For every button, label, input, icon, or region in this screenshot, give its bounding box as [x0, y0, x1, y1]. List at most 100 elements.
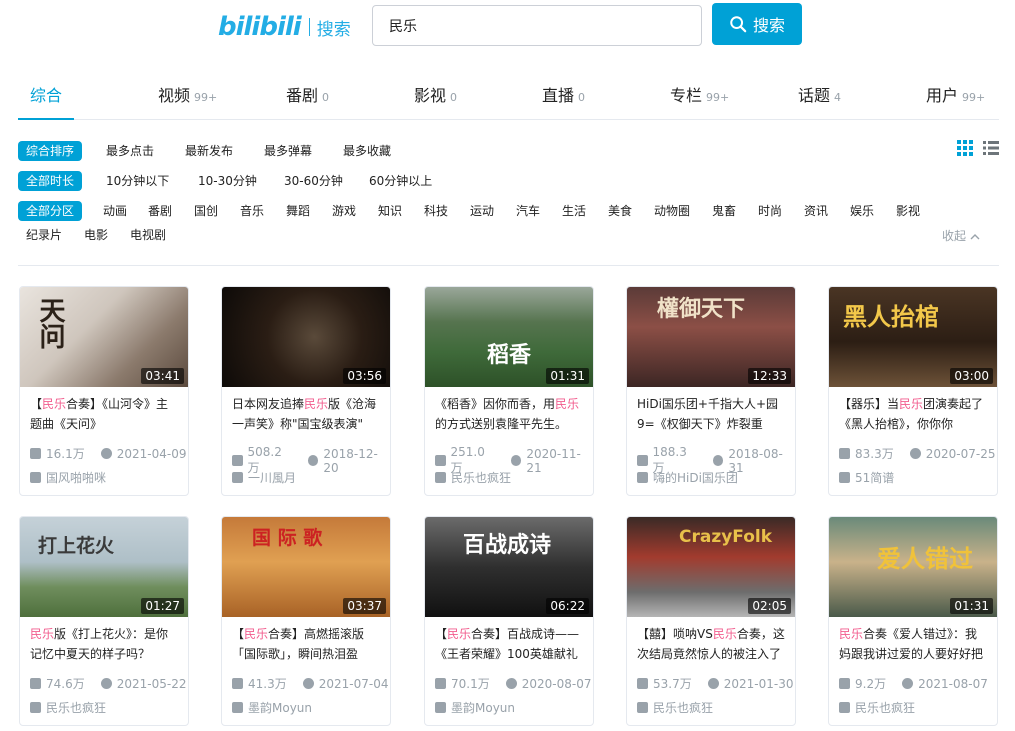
uploader[interactable]: 一川風月: [232, 469, 296, 486]
uploader[interactable]: 墨韵Moyun: [435, 699, 515, 716]
video-title[interactable]: 民乐版《打上花火》：是你记忆中夏天的样子吗？: [20, 617, 188, 665]
zone-chip-active[interactable]: 全部分区: [18, 201, 83, 221]
zone-option[interactable]: 动物圈: [654, 201, 690, 221]
zone-option[interactable]: 影视: [896, 201, 920, 221]
grid-view-icon[interactable]: [957, 140, 973, 156]
video-title[interactable]: 【民乐合奏】百战成诗——《王者荣耀》100英雄献礼: [425, 617, 593, 665]
uploader-icon: [30, 702, 41, 713]
video-title[interactable]: 民乐合奏《爱人错过》：我妈跟我讲过爱的人要好好把: [829, 617, 997, 665]
video-title[interactable]: 【器乐】当民乐团演奏起了《黑人抬棺》，你你你: [829, 387, 997, 435]
uploader[interactable]: 墨韵Moyun: [232, 699, 312, 716]
video-duration: 03:37: [343, 598, 386, 614]
video-title[interactable]: 【民乐合奏】高燃摇滚版「国际歌」，瞬间热泪盈: [222, 617, 390, 665]
tab-bangumi[interactable]: 番剧 0: [286, 82, 329, 106]
video-card[interactable]: 百战成诗 06:22 【民乐合奏】百战成诗——《王者荣耀》100英雄献礼 70.…: [424, 516, 594, 726]
tab-all[interactable]: 综合: [30, 82, 62, 106]
tab-topic[interactable]: 话题 4: [798, 82, 841, 106]
clock-icon: [100, 448, 112, 459]
zone-option[interactable]: 游戏: [332, 201, 356, 221]
zone-option[interactable]: 知识: [378, 201, 402, 221]
uploader[interactable]: 民乐也疯狂: [30, 699, 106, 716]
sort-option[interactable]: 最新发布: [185, 141, 233, 161]
video-card[interactable]: 03:56 日本网友追捧民乐版《沧海一声笑》称"国宝级表演" 508.2万 20…: [221, 286, 391, 496]
clock-icon: [302, 678, 314, 689]
duration-option[interactable]: 60分钟以上: [369, 171, 432, 191]
sort-option[interactable]: 最多点击: [106, 141, 154, 161]
zone-option[interactable]: 电影: [84, 225, 108, 245]
zone-option[interactable]: 汽车: [516, 201, 540, 221]
tab-article[interactable]: 专栏 99+: [670, 82, 729, 106]
list-view-icon[interactable]: [983, 140, 999, 156]
zone-option[interactable]: 国创: [194, 201, 218, 221]
video-card[interactable]: 天问 03:41 【民乐合奏】《山河令》主题曲《天问》 16.1万 2021-0…: [19, 286, 189, 496]
collapse-button[interactable]: 收起: [942, 227, 980, 244]
zone-option[interactable]: 时尚: [758, 201, 782, 221]
video-title[interactable]: 《稻香》因你而香，用民乐的方式送别袁隆平先生。: [425, 387, 593, 435]
sort-option[interactable]: 最多收藏: [343, 141, 391, 161]
search-button[interactable]: 搜索: [712, 3, 802, 45]
zone-option[interactable]: 舞蹈: [286, 201, 310, 221]
tab-live[interactable]: 直播 0: [542, 82, 585, 106]
zone-option[interactable]: 音乐: [240, 201, 264, 221]
zone-option[interactable]: 纪录片: [26, 225, 62, 245]
uploader[interactable]: 国风啪啪咪: [30, 469, 106, 486]
video-thumbnail[interactable]: 百战成诗 06:22: [425, 517, 593, 617]
video-thumbnail[interactable]: 爱人错过 01:31: [829, 517, 997, 617]
sort-option[interactable]: 最多弹幕: [264, 141, 312, 161]
zone-option[interactable]: 番剧: [148, 201, 172, 221]
duration-option[interactable]: 30-60分钟: [284, 171, 343, 191]
zone-option[interactable]: 鬼畜: [712, 201, 736, 221]
tab-user[interactable]: 用户 99+: [926, 82, 985, 106]
tab-movie[interactable]: 影视 0: [414, 82, 457, 106]
logo-mark: bilibili: [218, 12, 302, 42]
video-duration: 02:05: [748, 598, 791, 614]
video-card[interactable]: CrazyFolk 02:05 【囍】唢呐VS民乐合奏，这次结局竟然惊人的被注入…: [626, 516, 796, 726]
video-thumbnail[interactable]: 黑人抬棺 03:00: [829, 287, 997, 387]
video-thumbnail[interactable]: 打上花火 01:27: [20, 517, 188, 617]
thumbnail-caption: 權御天下: [657, 297, 746, 322]
duration-option[interactable]: 10-30分钟: [198, 171, 257, 191]
zone-option[interactable]: 电视剧: [130, 225, 166, 245]
play-count-icon: [435, 678, 446, 689]
uploader[interactable]: 民乐也疯狂: [637, 699, 713, 716]
play-count-icon: [232, 455, 243, 466]
tab-video[interactable]: 视频 99+: [158, 82, 217, 106]
video-thumbnail[interactable]: 權御天下 12:33: [627, 287, 795, 387]
video-card[interactable]: 国 际 歌 03:37 【民乐合奏】高燃摇滚版「国际歌」，瞬间热泪盈 41.3万…: [221, 516, 391, 726]
duration-chip-active[interactable]: 全部时长: [18, 171, 83, 191]
upload-date: 2020-08-07: [521, 676, 592, 691]
zone-option[interactable]: 娱乐: [850, 201, 874, 221]
zone-option[interactable]: 运动: [470, 201, 494, 221]
video-title[interactable]: 【囍】唢呐VS民乐合奏，这次结局竟然惊人的被注入了: [627, 617, 795, 665]
bilibili-logo[interactable]: bilibili 搜索: [218, 10, 351, 44]
zone-option[interactable]: 资讯: [804, 201, 828, 221]
video-thumbnail[interactable]: 国 际 歌 03:37: [222, 517, 390, 617]
duration-option[interactable]: 10分钟以下: [106, 171, 169, 191]
uploader[interactable]: 51简谱: [839, 469, 894, 486]
video-thumbnail[interactable]: 天问 03:41: [20, 287, 188, 387]
video-thumbnail[interactable]: CrazyFolk 02:05: [627, 517, 795, 617]
zone-option[interactable]: 科技: [424, 201, 448, 221]
video-card[interactable]: 爱人错过 01:31 民乐合奏《爱人错过》：我妈跟我讲过爱的人要好好把 9.2万…: [828, 516, 998, 726]
video-card[interactable]: 黑人抬棺 03:00 【器乐】当民乐团演奏起了《黑人抬棺》，你你你 83.3万 …: [828, 286, 998, 496]
thumbnail-caption: 国 际 歌: [252, 527, 323, 549]
video-card[interactable]: 稻香 01:31 《稻香》因你而香，用民乐的方式送别袁隆平先生。 251.0万 …: [424, 286, 594, 496]
video-title[interactable]: 日本网友追捧民乐版《沧海一声笑》称"国宝级表演": [222, 387, 390, 435]
zone-option[interactable]: 美食: [608, 201, 632, 221]
uploader[interactable]: 民乐也疯狂: [435, 469, 511, 486]
upload-date: 2021-08-07: [918, 676, 988, 691]
sort-chip-active[interactable]: 综合排序: [18, 141, 83, 161]
video-card[interactable]: 打上花火 01:27 民乐版《打上花火》：是你记忆中夏天的样子吗？ 74.6万 …: [19, 516, 189, 726]
search-input[interactable]: 民乐: [372, 5, 702, 46]
uploader-icon: [435, 702, 446, 713]
uploader[interactable]: 民乐也疯狂: [839, 699, 915, 716]
video-thumbnail[interactable]: 03:56: [222, 287, 390, 387]
zone-option[interactable]: 动画: [103, 201, 127, 221]
zone-option[interactable]: 生活: [562, 201, 586, 221]
video-card[interactable]: 權御天下 12:33 HiDi国乐团+千指大人+园9=《权御天下》炸裂重 188…: [626, 286, 796, 496]
video-title[interactable]: HiDi国乐团+千指大人+园9=《权御天下》炸裂重: [627, 387, 795, 435]
uploader[interactable]: 嗨的HiDi国乐团: [637, 469, 738, 486]
video-thumbnail[interactable]: 稻香 01:31: [425, 287, 593, 387]
uploader-name: 国风啪啪咪: [46, 471, 107, 485]
video-title[interactable]: 【民乐合奏】《山河令》主题曲《天问》: [20, 387, 188, 435]
